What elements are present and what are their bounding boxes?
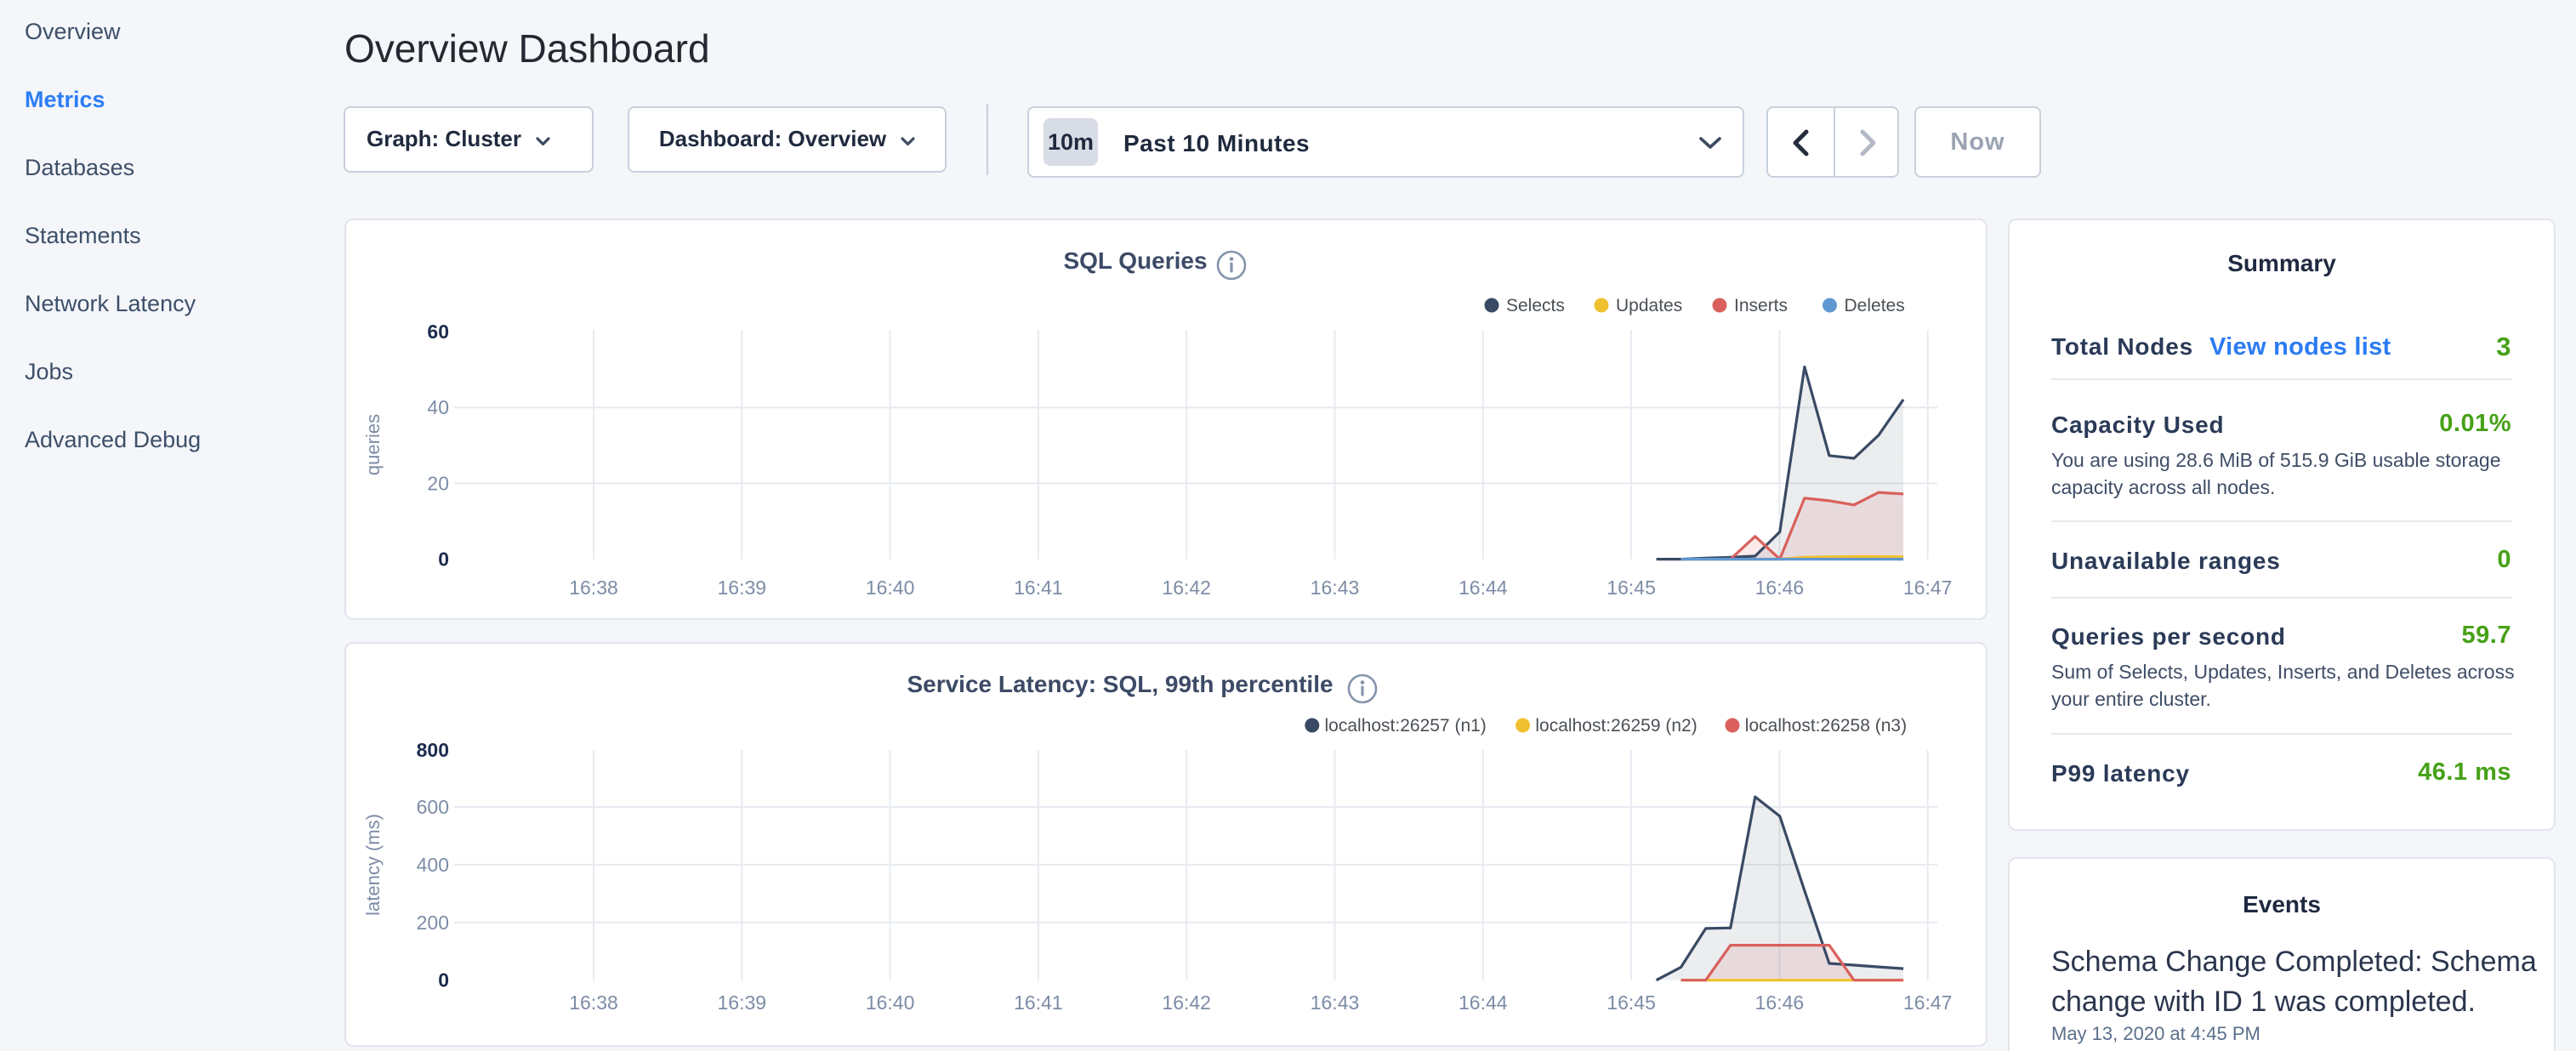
svg-text:16:42: 16:42 [1162, 577, 1211, 599]
svg-text:16:47: 16:47 [1903, 577, 1953, 599]
svg-text:16:44: 16:44 [1459, 991, 1508, 1014]
svg-text:400: 400 [417, 854, 449, 876]
svg-text:latency (ms): latency (ms) [362, 814, 384, 916]
svg-text:40: 40 [427, 396, 449, 418]
svg-text:16:42: 16:42 [1162, 991, 1211, 1014]
svg-text:16:40: 16:40 [866, 991, 915, 1014]
svg-text:16:41: 16:41 [1014, 577, 1063, 599]
svg-text:16:39: 16:39 [718, 577, 767, 599]
svg-text:0: 0 [438, 548, 449, 571]
svg-text:localhost:26258 (n3): localhost:26258 (n3) [1745, 716, 1907, 736]
svg-text:Selects: Selects [1506, 296, 1565, 315]
svg-text:16:46: 16:46 [1755, 991, 1805, 1014]
svg-text:16:45: 16:45 [1606, 991, 1656, 1014]
svg-text:16:46: 16:46 [1755, 577, 1805, 599]
svg-text:16:41: 16:41 [1014, 991, 1063, 1014]
svg-text:60: 60 [427, 321, 449, 343]
svg-text:20: 20 [427, 472, 449, 494]
svg-text:16:45: 16:45 [1606, 577, 1656, 599]
svg-text:queries: queries [362, 414, 384, 475]
svg-text:Updates: Updates [1616, 296, 1682, 315]
svg-text:Service Latency: SQL, 99th per: Service Latency: SQL, 99th percentile [907, 671, 1333, 697]
svg-text:16:39: 16:39 [718, 991, 767, 1014]
svg-text:16:44: 16:44 [1459, 577, 1508, 599]
svg-text:16:43: 16:43 [1311, 991, 1360, 1014]
svg-text:16:40: 16:40 [866, 577, 915, 599]
svg-text:Inserts: Inserts [1734, 296, 1788, 315]
svg-text:16:47: 16:47 [1903, 991, 1953, 1014]
svg-text:localhost:26259 (n2): localhost:26259 (n2) [1535, 716, 1697, 736]
svg-text:localhost:26257 (n1): localhost:26257 (n1) [1325, 716, 1487, 736]
svg-text:200: 200 [417, 912, 449, 934]
svg-text:SQL Queries: SQL Queries [1063, 247, 1207, 274]
svg-text:Deletes: Deletes [1845, 296, 1905, 315]
svg-text:600: 600 [417, 796, 449, 818]
svg-text:800: 800 [417, 739, 449, 761]
svg-text:16:43: 16:43 [1311, 577, 1360, 599]
svg-text:16:38: 16:38 [569, 577, 618, 599]
svg-text:0: 0 [438, 969, 449, 991]
svg-text:16:38: 16:38 [569, 991, 618, 1014]
